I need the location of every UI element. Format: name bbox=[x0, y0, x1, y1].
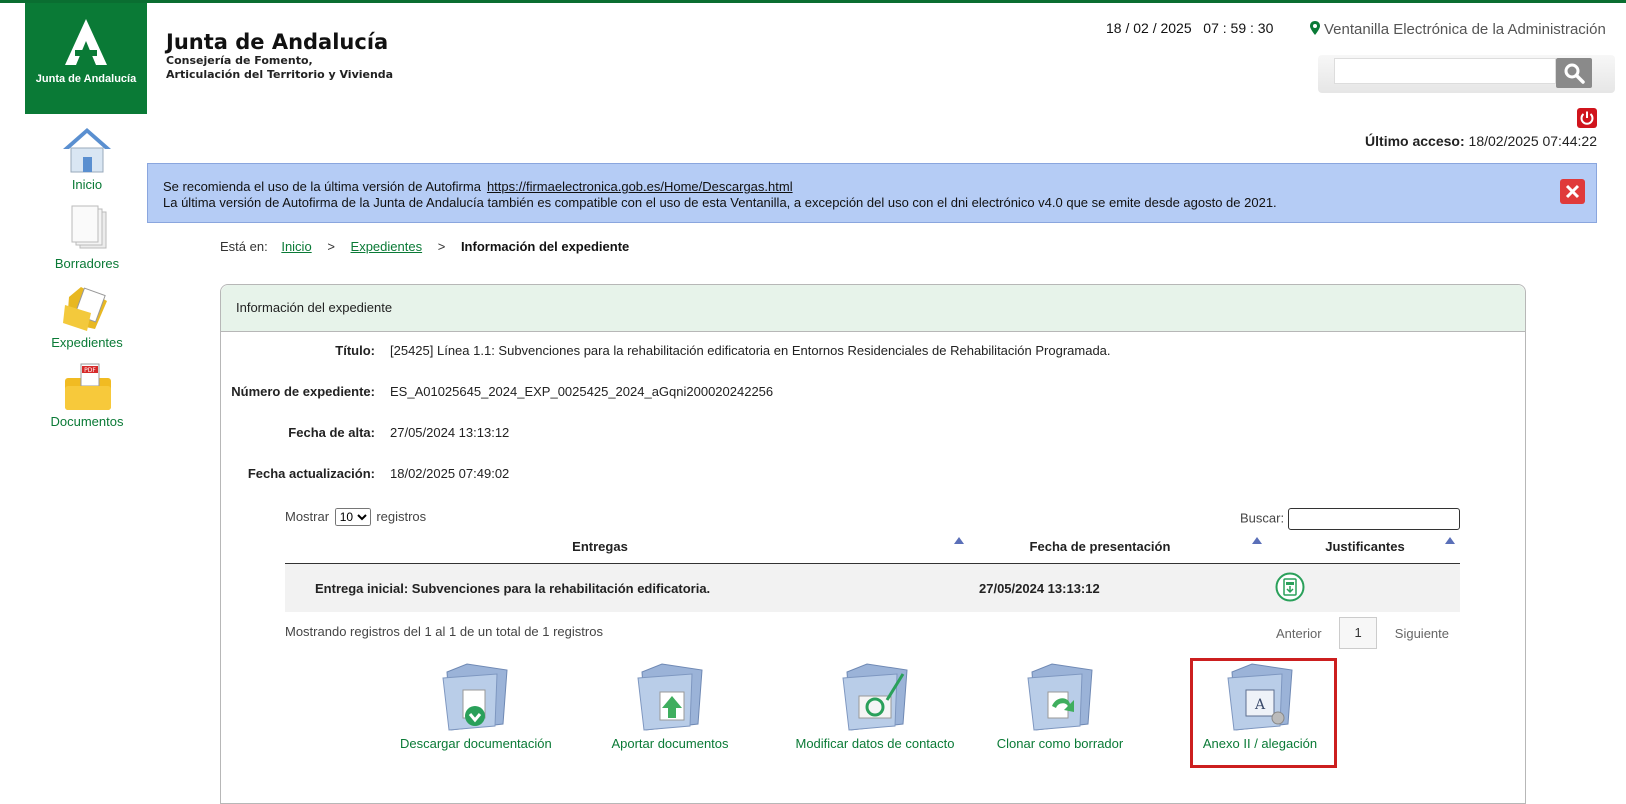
field-value: 18/02/2025 07:49:02 bbox=[390, 466, 510, 481]
sidebar: Inicio Borradores Expedientes PDF Docume… bbox=[35, 125, 139, 441]
field-fecha-alta: Fecha de alta: 27/05/2024 13:13:12 bbox=[220, 425, 509, 443]
ventanilla-title: Ventanilla Electrónica de la Administrac… bbox=[1310, 21, 1606, 38]
field-label: Fecha de alta: bbox=[288, 425, 375, 440]
breadcrumb-current: Información del expediente bbox=[460, 239, 630, 254]
upload-folder-icon bbox=[637, 663, 703, 731]
pagination: Anterior 1 Siguiente bbox=[1276, 617, 1449, 649]
show-label: Mostrar bbox=[285, 509, 330, 524]
table-row: Entrega inicial: Subvenciones para la re… bbox=[285, 564, 1460, 612]
breadcrumb-separator: > bbox=[327, 239, 335, 254]
field-value: ES_A01025645_2024_EXP_0025425_2024_aGqni… bbox=[390, 384, 774, 399]
folder-documents-icon bbox=[63, 287, 107, 331]
alert-line-1-text: Se recomienda el uso de la última versió… bbox=[163, 179, 481, 194]
organization-block: Junta de Andalucía Consejería de Fomento… bbox=[166, 30, 393, 82]
sidebar-item-inicio[interactable]: Inicio bbox=[35, 125, 139, 204]
pagination-previous[interactable]: Anterior bbox=[1276, 626, 1322, 641]
action-descargar-documentacion[interactable]: Descargar documentación bbox=[400, 660, 552, 751]
sort-asc-icon[interactable] bbox=[1252, 537, 1262, 544]
action-label: Descargar documentación bbox=[400, 736, 552, 751]
field-value: 27/05/2024 13:13:12 bbox=[390, 425, 510, 440]
breadcrumb-prefix: Está en: bbox=[220, 239, 268, 254]
download-receipt-icon[interactable] bbox=[1275, 572, 1305, 602]
logout-power-icon[interactable] bbox=[1577, 108, 1597, 128]
sidebar-label-expedientes: Expedientes bbox=[51, 335, 123, 350]
autofirma-alert: Se recomienda el uso de la última versió… bbox=[147, 163, 1597, 223]
sidebar-label-borradores: Borradores bbox=[54, 256, 120, 271]
table-search-label: Buscar: bbox=[1240, 510, 1285, 526]
org-subtitle-2: Articulación del Territorio y Vivienda bbox=[166, 68, 394, 81]
field-label: Título: bbox=[335, 343, 375, 358]
last-access-label: Último acceso: bbox=[1365, 133, 1465, 149]
column-entregas[interactable]: Entregas bbox=[535, 539, 665, 554]
cell-entrega: Entrega inicial: Subvenciones para la re… bbox=[315, 581, 711, 596]
drafts-icon bbox=[71, 205, 107, 249]
sidebar-item-documentos[interactable]: PDF Documentos bbox=[35, 362, 139, 441]
field-label: Número de expediente: bbox=[231, 384, 375, 399]
breadcrumb-inicio[interactable]: Inicio bbox=[281, 239, 311, 254]
action-label: Clonar como borrador bbox=[996, 736, 1124, 751]
sidebar-label-documentos: Documentos bbox=[50, 414, 124, 429]
close-icon bbox=[1565, 184, 1580, 199]
pagination-next[interactable]: Siguiente bbox=[1395, 626, 1449, 641]
ventanilla-label: Ventanilla Electrónica de la Administrac… bbox=[1324, 21, 1606, 38]
contact-folder-icon bbox=[842, 663, 908, 731]
location-pin-icon bbox=[1310, 21, 1320, 35]
header-search bbox=[1318, 55, 1615, 93]
current-datetime: 18 / 02 / 2025 07 : 59 : 30 bbox=[1106, 20, 1274, 36]
sidebar-item-borradores[interactable]: Borradores bbox=[35, 204, 139, 283]
column-fecha-presentacion[interactable]: Fecha de presentación bbox=[1020, 539, 1180, 554]
table-search: Buscar: bbox=[1240, 508, 1460, 530]
sort-asc-icon[interactable] bbox=[954, 537, 964, 544]
records-per-page-select[interactable]: 10 bbox=[334, 508, 371, 526]
action-aportar-documentos[interactable]: Aportar documentos bbox=[605, 660, 735, 751]
cell-fecha: 27/05/2024 13:13:12 bbox=[979, 581, 1100, 596]
column-justificantes[interactable]: Justificantes bbox=[1315, 539, 1415, 554]
alert-line-1: Se recomienda el uso de la última versió… bbox=[163, 179, 793, 194]
header-search-button[interactable] bbox=[1556, 58, 1592, 88]
field-label: Fecha actualización: bbox=[247, 466, 375, 481]
alert-close-button[interactable] bbox=[1560, 179, 1585, 204]
alert-line-2: La última versión de Autofirma de la Jun… bbox=[163, 195, 1277, 210]
home-icon bbox=[63, 128, 111, 173]
action-modificar-datos-contacto[interactable]: Modificar datos de contacto bbox=[785, 660, 965, 751]
pdf-folder-icon: PDF bbox=[65, 363, 111, 410]
action-label: Aportar documentos bbox=[611, 736, 729, 751]
sidebar-label-inicio: Inicio bbox=[71, 177, 103, 192]
top-accent-line bbox=[0, 0, 1626, 3]
highlight-anexo-box bbox=[1190, 658, 1337, 768]
records-label: registros bbox=[376, 509, 427, 524]
breadcrumb: Está en: Inicio > Expedientes > Informac… bbox=[220, 239, 629, 254]
table-header: Entregas Fecha de presentación Justifica… bbox=[285, 533, 1460, 564]
field-fecha-actualizacion: Fecha actualización: 18/02/2025 07:49:02 bbox=[220, 466, 509, 484]
logo-text: Junta de Andalucía bbox=[35, 73, 137, 85]
panel-title: Información del expediente bbox=[221, 285, 1525, 332]
download-folder-icon bbox=[442, 663, 508, 731]
org-subtitle-1: Consejería de Fomento, bbox=[166, 54, 313, 67]
junta-logo[interactable]: Junta de Andalucía bbox=[25, 3, 147, 114]
last-access: Último acceso: 18/02/2025 07:44:22 bbox=[1365, 133, 1597, 149]
clone-folder-icon bbox=[1027, 663, 1093, 731]
action-label: Modificar datos de contacto bbox=[795, 736, 955, 751]
org-title: Junta de Andalucía bbox=[166, 30, 389, 54]
field-value: [25425] Línea 1.1: Subvenciones para la … bbox=[390, 343, 1111, 358]
header-search-input[interactable] bbox=[1334, 58, 1556, 84]
pagination-page-1[interactable]: 1 bbox=[1339, 617, 1378, 649]
last-access-value: 18/02/2025 07:44:22 bbox=[1468, 133, 1597, 149]
action-clonar-borrador[interactable]: Clonar como borrador bbox=[990, 660, 1130, 751]
svg-text:PDF: PDF bbox=[84, 367, 96, 374]
records-length: Mostrar 10 registros bbox=[285, 508, 426, 526]
sort-asc-icon[interactable] bbox=[1445, 537, 1455, 544]
table-info: Mostrando registros del 1 al 1 de un tot… bbox=[285, 624, 603, 639]
field-numero-expediente: Número de expediente: ES_A01025645_2024_… bbox=[220, 384, 773, 402]
table-search-input[interactable] bbox=[1287, 508, 1460, 530]
sidebar-item-expedientes[interactable]: Expedientes bbox=[35, 283, 139, 362]
breadcrumb-separator: > bbox=[437, 239, 446, 254]
field-titulo: Título: [25425] Línea 1.1: Subvenciones … bbox=[220, 343, 1110, 361]
junta-logo-mark-icon bbox=[65, 19, 107, 65]
breadcrumb-expedientes[interactable]: Expedientes bbox=[351, 239, 423, 254]
power-icon bbox=[1580, 111, 1594, 125]
search-icon bbox=[1564, 63, 1585, 84]
autofirma-download-link[interactable]: https://firmaelectronica.gob.es/Home/Des… bbox=[487, 179, 793, 194]
